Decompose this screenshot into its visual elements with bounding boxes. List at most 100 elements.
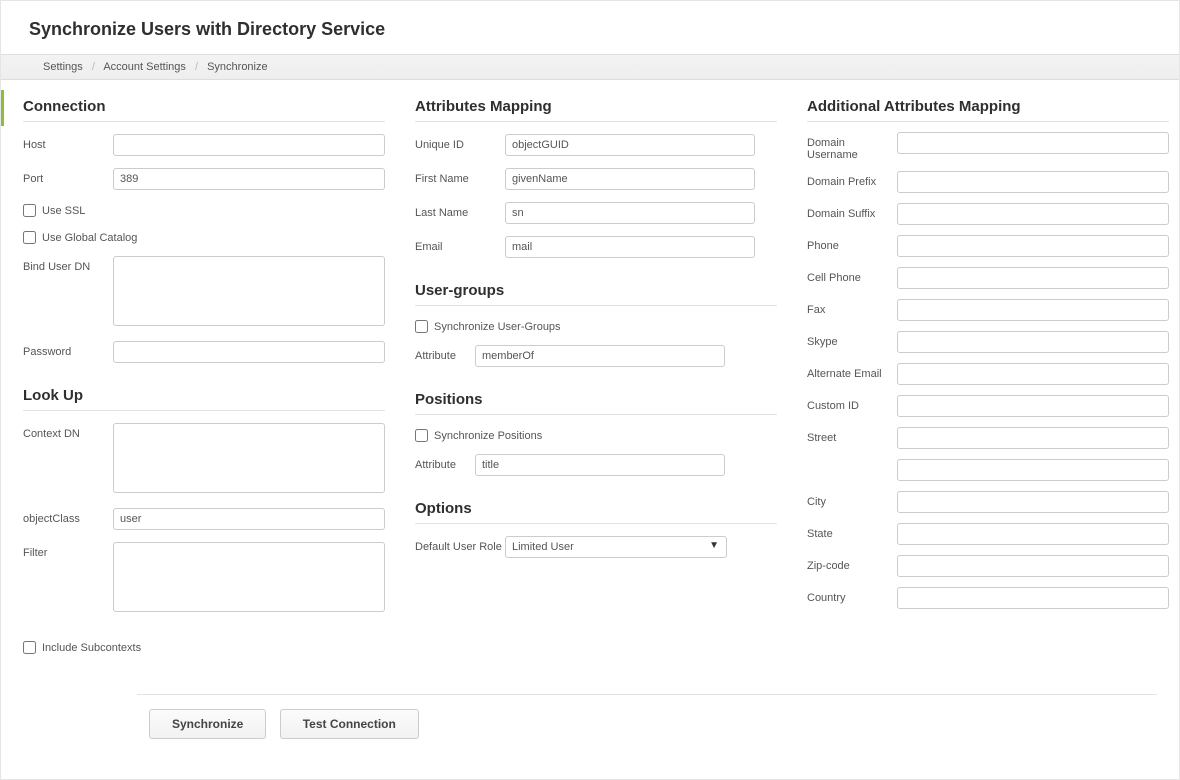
default-user-role-label: Default User Role xyxy=(415,536,505,553)
first-name-label: First Name xyxy=(415,168,505,185)
objectclass-label: objectClass xyxy=(23,508,113,525)
additional-attr-input[interactable] xyxy=(897,395,1169,417)
additional-attr-row: Alternate Email xyxy=(807,363,1169,385)
section-lookup-title: Look Up xyxy=(23,387,385,411)
additional-attr-row: Phone xyxy=(807,235,1169,257)
additional-attr-label: Cell Phone xyxy=(807,267,897,284)
objectclass-input[interactable] xyxy=(113,508,385,530)
additional-attr-input[interactable] xyxy=(897,523,1169,545)
positions-attr-label: Attribute xyxy=(415,454,475,471)
section-attributes-mapping-title: Attributes Mapping xyxy=(415,98,777,122)
use-global-catalog-checkbox[interactable] xyxy=(23,231,36,244)
additional-attr-input[interactable] xyxy=(897,587,1169,609)
additional-attr-input[interactable] xyxy=(897,459,1169,481)
additional-attr-input[interactable] xyxy=(897,235,1169,257)
include-subcontexts-label: Include Subcontexts xyxy=(42,642,141,654)
include-subcontexts-checkbox[interactable] xyxy=(23,641,36,654)
password-label: Password xyxy=(23,341,113,358)
section-options-title: Options xyxy=(415,500,777,524)
additional-attr-label: State xyxy=(807,523,897,540)
additional-attr-row: Custom ID xyxy=(807,395,1169,417)
use-global-catalog-label: Use Global Catalog xyxy=(42,232,137,244)
additional-attr-row: State xyxy=(807,523,1169,545)
additional-attr-label: Alternate Email xyxy=(807,363,897,380)
email-input[interactable] xyxy=(505,236,755,258)
additional-attr-input[interactable] xyxy=(897,491,1169,513)
section-connection-title: Connection xyxy=(23,98,385,122)
sync-user-groups-label: Synchronize User-Groups xyxy=(434,321,561,333)
default-user-role-select[interactable]: Limited User xyxy=(505,536,727,558)
additional-attr-input[interactable] xyxy=(897,363,1169,385)
use-ssl-checkbox[interactable] xyxy=(23,204,36,217)
breadcrumb-item[interactable]: Synchronize xyxy=(207,61,268,73)
additional-attr-row: Domain Username xyxy=(807,132,1169,161)
filter-input[interactable] xyxy=(113,542,385,612)
additional-attr-input[interactable] xyxy=(897,427,1169,449)
additional-attr-label: Domain Prefix xyxy=(807,171,897,188)
last-name-input[interactable] xyxy=(505,202,755,224)
additional-attr-row: City xyxy=(807,491,1169,513)
additional-attr-row: Domain Prefix xyxy=(807,171,1169,193)
host-label: Host xyxy=(23,134,113,151)
breadcrumb: Settings / Account Settings / Synchroniz… xyxy=(1,54,1179,80)
additional-attr-row: Cell Phone xyxy=(807,267,1169,289)
additional-attr-input[interactable] xyxy=(897,267,1169,289)
additional-attr-label xyxy=(807,459,897,464)
unique-id-label: Unique ID xyxy=(415,134,505,151)
bind-user-dn-label: Bind User DN xyxy=(23,256,113,273)
last-name-label: Last Name xyxy=(415,202,505,219)
additional-attr-label: Domain Username xyxy=(807,132,897,161)
footer-actions: Synchronize Test Connection xyxy=(137,694,1157,761)
breadcrumb-separator: / xyxy=(195,61,198,73)
additional-attr-label: Phone xyxy=(807,235,897,252)
breadcrumb-item[interactable]: Settings xyxy=(43,61,83,73)
additional-attr-row: Skype xyxy=(807,331,1169,353)
sync-positions-checkbox[interactable] xyxy=(415,429,428,442)
additional-attr-row: Street xyxy=(807,427,1169,449)
additional-attr-row xyxy=(807,459,1169,481)
additional-attr-row: Domain Suffix xyxy=(807,203,1169,225)
additional-attr-label: Fax xyxy=(807,299,897,316)
additional-attr-input[interactable] xyxy=(897,555,1169,577)
additional-attr-label: Domain Suffix xyxy=(807,203,897,220)
additional-attr-input[interactable] xyxy=(897,299,1169,321)
additional-attr-label: City xyxy=(807,491,897,508)
additional-attr-input[interactable] xyxy=(897,203,1169,225)
host-input[interactable] xyxy=(113,134,385,156)
section-positions-title: Positions xyxy=(415,391,777,415)
unique-id-input[interactable] xyxy=(505,134,755,156)
breadcrumb-separator: / xyxy=(92,61,95,73)
positions-attr-input[interactable] xyxy=(475,454,725,476)
port-input[interactable] xyxy=(113,168,385,190)
section-user-groups-title: User-groups xyxy=(415,282,777,306)
filter-label: Filter xyxy=(23,542,113,559)
additional-attr-label: Street xyxy=(807,427,897,444)
test-connection-button[interactable]: Test Connection xyxy=(280,709,419,739)
additional-attr-input[interactable] xyxy=(897,132,1169,154)
additional-attr-input[interactable] xyxy=(897,331,1169,353)
user-groups-attr-input[interactable] xyxy=(475,345,725,367)
email-label: Email xyxy=(415,236,505,253)
additional-attr-input[interactable] xyxy=(897,171,1169,193)
accent-indicator xyxy=(1,90,4,126)
additional-attr-label: Custom ID xyxy=(807,395,897,412)
context-dn-input[interactable] xyxy=(113,423,385,493)
section-additional-attributes-title: Additional Attributes Mapping xyxy=(807,98,1169,122)
user-groups-attr-label: Attribute xyxy=(415,345,475,362)
port-label: Port xyxy=(23,168,113,185)
additional-attr-label: Skype xyxy=(807,331,897,348)
page-title: Synchronize Users with Directory Service xyxy=(1,1,1179,54)
password-input[interactable] xyxy=(113,341,385,363)
synchronize-button[interactable]: Synchronize xyxy=(149,709,266,739)
additional-attr-row: Zip-code xyxy=(807,555,1169,577)
additional-attr-label: Country xyxy=(807,587,897,604)
use-ssl-label: Use SSL xyxy=(42,205,85,217)
breadcrumb-item[interactable]: Account Settings xyxy=(103,61,186,73)
context-dn-label: Context DN xyxy=(23,423,113,440)
sync-user-groups-checkbox[interactable] xyxy=(415,320,428,333)
bind-user-dn-input[interactable] xyxy=(113,256,385,326)
first-name-input[interactable] xyxy=(505,168,755,190)
additional-attr-row: Fax xyxy=(807,299,1169,321)
additional-attr-row: Country xyxy=(807,587,1169,609)
additional-attr-label: Zip-code xyxy=(807,555,897,572)
